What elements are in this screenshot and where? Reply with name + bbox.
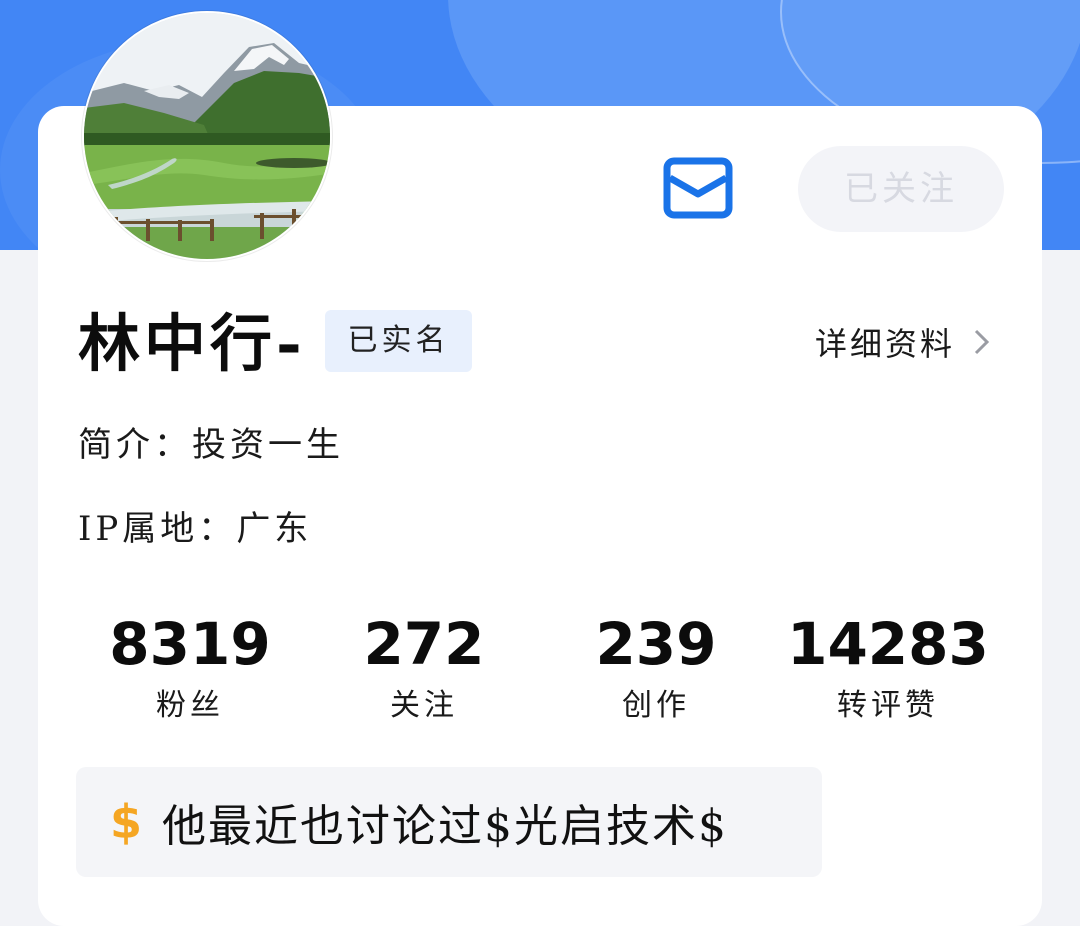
stat-label: 转评赞 [837, 688, 939, 723]
stat-label: 创作 [622, 688, 690, 723]
avatar[interactable] [82, 11, 332, 261]
mail-icon [663, 157, 733, 219]
dollar-icon: $ [110, 795, 143, 849]
message-button[interactable] [662, 156, 734, 222]
bio-label: 简介： [78, 425, 192, 465]
detail-profile-label: 详细资料 [815, 325, 956, 363]
username: 林中行- [78, 307, 306, 380]
stat-value: 8319 [109, 610, 271, 678]
stat-interactions[interactable]: 14283 转评赞 [778, 608, 998, 728]
ip-value: 广东 [236, 509, 313, 549]
recent-topic-banner[interactable]: $ 他最近也讨论过$光启技术$ [76, 767, 822, 877]
follow-button[interactable]: 已关注 [798, 146, 1004, 232]
recent-topic-text: 他最近也讨论过$光启技术$ [162, 801, 729, 852]
stat-value: 239 [595, 610, 717, 678]
bio-text: 投资一生 [192, 425, 344, 465]
stat-label: 粉丝 [156, 688, 224, 723]
stat-followers[interactable]: 8319 粉丝 [80, 608, 300, 728]
stat-posts[interactable]: 239 创作 [546, 608, 766, 728]
stat-value: 14283 [787, 610, 989, 678]
stat-value: 272 [363, 610, 485, 678]
stat-label: 关注 [390, 688, 458, 723]
chevron-right-icon [974, 329, 990, 355]
ip-label: IP属地： [78, 509, 237, 549]
ip-location: IP属地：广东 [78, 504, 312, 554]
stats-row: 8319 粉丝 272 关注 239 创作 14283 转评赞 [78, 608, 1008, 738]
avatar-landscape-image [84, 13, 330, 259]
verified-badge: 已实名 [325, 310, 472, 372]
stat-following[interactable]: 272 关注 [314, 608, 534, 728]
detail-profile-link[interactable]: 详细资料 [815, 318, 993, 366]
bio: 简介：投资一生 [78, 420, 344, 470]
